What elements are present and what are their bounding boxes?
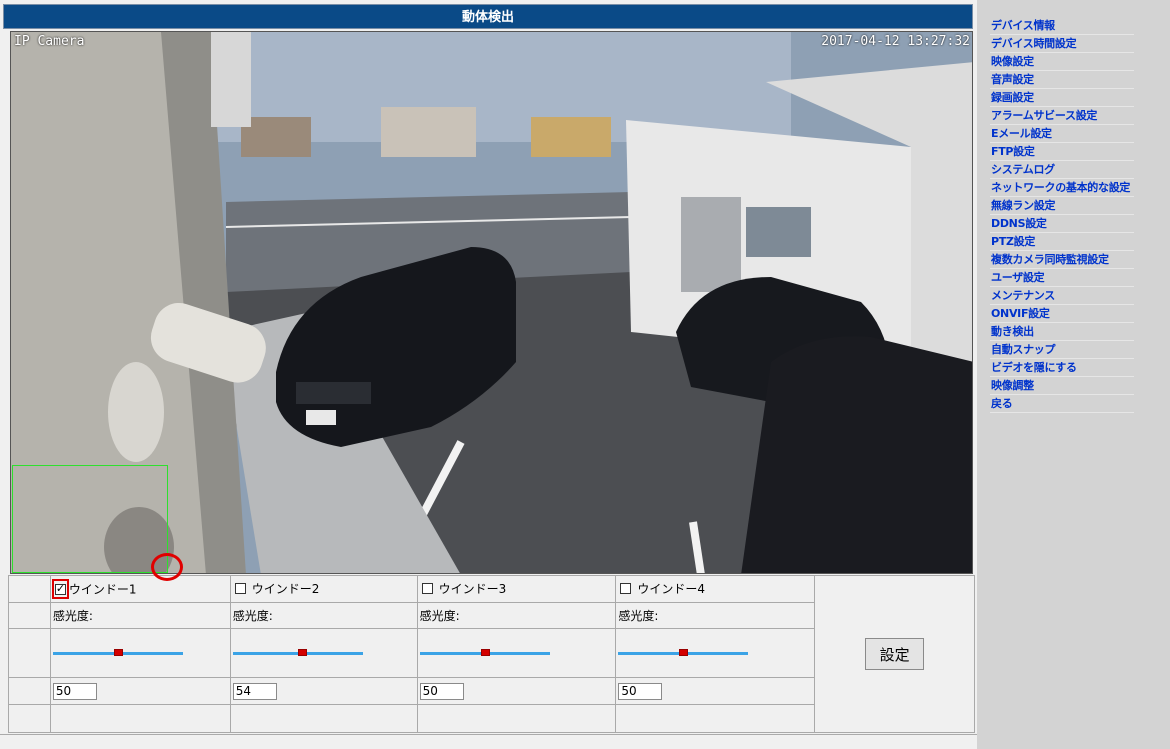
window-2-header: ウインドー2: [229, 575, 418, 603]
sidebar-item-13[interactable]: 複数カメラ同時監視設定: [990, 251, 1134, 269]
window-3-value-cell: [416, 676, 617, 706]
blank-cell: [8, 601, 51, 629]
blank-cell: [8, 676, 51, 706]
sidebar-item-12[interactable]: PTZ設定: [990, 233, 1134, 251]
window-2-slider-cell: [229, 628, 418, 678]
blank-cell: [8, 575, 51, 603]
window-1-checkbox[interactable]: [51, 578, 69, 599]
window-1-label: ウインドー1: [68, 582, 137, 597]
window-2-checkbox[interactable]: [234, 583, 246, 595]
camera-video-view[interactable]: IP Camera 2017-04-12 13:27:32: [10, 31, 973, 574]
window-1-value-cell: [49, 676, 231, 706]
motion-window-settings: ウインドー1 ウインドー2 ウインドー3 ウインドー4 設定 感光度: 感光度:…: [8, 575, 975, 733]
window-4-label: ウインドー4: [637, 582, 706, 597]
motion-detection-window[interactable]: [12, 465, 168, 573]
sidebar-item-15[interactable]: メンテナンス: [990, 287, 1134, 305]
slider-thumb[interactable]: [480, 648, 490, 656]
sidebar-item-19[interactable]: ビデオを隠にする: [990, 359, 1134, 377]
camera-name-overlay: IP Camera: [14, 34, 85, 49]
sidebar-item-16[interactable]: ONVIF設定: [990, 305, 1134, 323]
blank-cell: [416, 704, 617, 733]
page-title: 動体検出: [3, 4, 973, 29]
window-4-value-cell: [615, 676, 816, 706]
main-panel: 動体検出 IP Camera 2017-04-12 13:27:32 ✓ウインド…: [0, 0, 977, 749]
slider-thumb[interactable]: [297, 648, 307, 656]
sidebar-item-18[interactable]: 自動スナップ: [990, 341, 1134, 359]
window-4-slider-cell: [615, 628, 816, 678]
sidebar-item-20[interactable]: 映像調整: [990, 377, 1134, 395]
window-1-sensitivity-slider[interactable]: [52, 647, 183, 659]
window-3-sensitivity-slider[interactable]: [419, 647, 550, 659]
sidebar-item-14[interactable]: ユーザ設定: [990, 269, 1134, 287]
window-4-checkbox[interactable]: [620, 583, 632, 595]
sidebar-item-21[interactable]: 戻る: [990, 395, 1134, 413]
sidebar-item-1[interactable]: デバイス時間設定: [990, 35, 1134, 53]
window-2-label: ウインドー2: [251, 582, 320, 597]
sidebar-item-9[interactable]: ネットワークの基本的な設定: [990, 179, 1134, 197]
window-1-header: ウインドー1: [49, 575, 231, 603]
window-4-sensitivity-label: 感光度:: [615, 601, 816, 629]
slider-thumb[interactable]: [679, 648, 689, 656]
sidebar-item-11[interactable]: DDNS設定: [990, 215, 1134, 233]
window-3-sensitivity-label: 感光度:: [416, 601, 617, 629]
sidebar-item-7[interactable]: FTP設定: [990, 143, 1134, 161]
blank-cell: [615, 704, 816, 733]
blank-cell: [8, 704, 51, 733]
checkbox-checked-icon[interactable]: [54, 582, 66, 595]
sidebar-item-17[interactable]: 動き検出: [990, 323, 1134, 341]
settings-sidebar: デバイス情報 デバイス時間設定 映像設定 音声設定 録画設定 アラームサビース設定 Eメール…: [990, 17, 1134, 413]
window-3-slider-cell: [416, 628, 617, 678]
sidebar-item-10[interactable]: 無線ラン設定: [990, 197, 1134, 215]
camera-timestamp-overlay: 2017-04-12 13:27:32: [821, 34, 970, 49]
window-2-sensitivity-input[interactable]: [232, 682, 277, 700]
blank-cell: [49, 704, 231, 733]
window-2-value-cell: [229, 676, 418, 706]
sidebar-item-5[interactable]: アラームサビース設定: [990, 107, 1134, 125]
window-1-slider-cell: [49, 628, 231, 678]
window-3-label: ウインドー3: [438, 582, 507, 597]
sidebar-item-6[interactable]: Eメール設定: [990, 125, 1134, 143]
window-2-sensitivity-slider[interactable]: [232, 647, 363, 659]
set-button[interactable]: 設定: [865, 638, 925, 670]
blank-cell: [8, 628, 51, 678]
window-4-sensitivity-input[interactable]: [618, 682, 663, 700]
window-2-sensitivity-label: 感光度:: [229, 601, 418, 629]
window-1-sensitivity-input[interactable]: [52, 682, 97, 700]
window-3-sensitivity-input[interactable]: [419, 682, 464, 700]
window-1-sensitivity-label: 感光度:: [49, 601, 231, 629]
bottom-strip: [0, 734, 977, 749]
window-4-header: ウインドー4: [615, 575, 816, 603]
sidebar-item-4[interactable]: 録画設定: [990, 89, 1134, 107]
highlight-circle: [151, 553, 183, 581]
window-3-header: ウインドー3: [416, 575, 617, 603]
slider-thumb[interactable]: [113, 648, 123, 656]
sidebar-item-8[interactable]: システムログ: [990, 161, 1134, 179]
sidebar-item-3[interactable]: 音声設定: [990, 71, 1134, 89]
window-3-checkbox[interactable]: [421, 583, 433, 595]
blank-cell: [229, 704, 418, 733]
window-4-sensitivity-slider[interactable]: [618, 647, 749, 659]
set-button-cell: 設定: [814, 575, 975, 733]
sidebar-item-2[interactable]: 映像設定: [990, 53, 1134, 71]
sidebar-item-0[interactable]: デバイス情報: [990, 17, 1134, 35]
